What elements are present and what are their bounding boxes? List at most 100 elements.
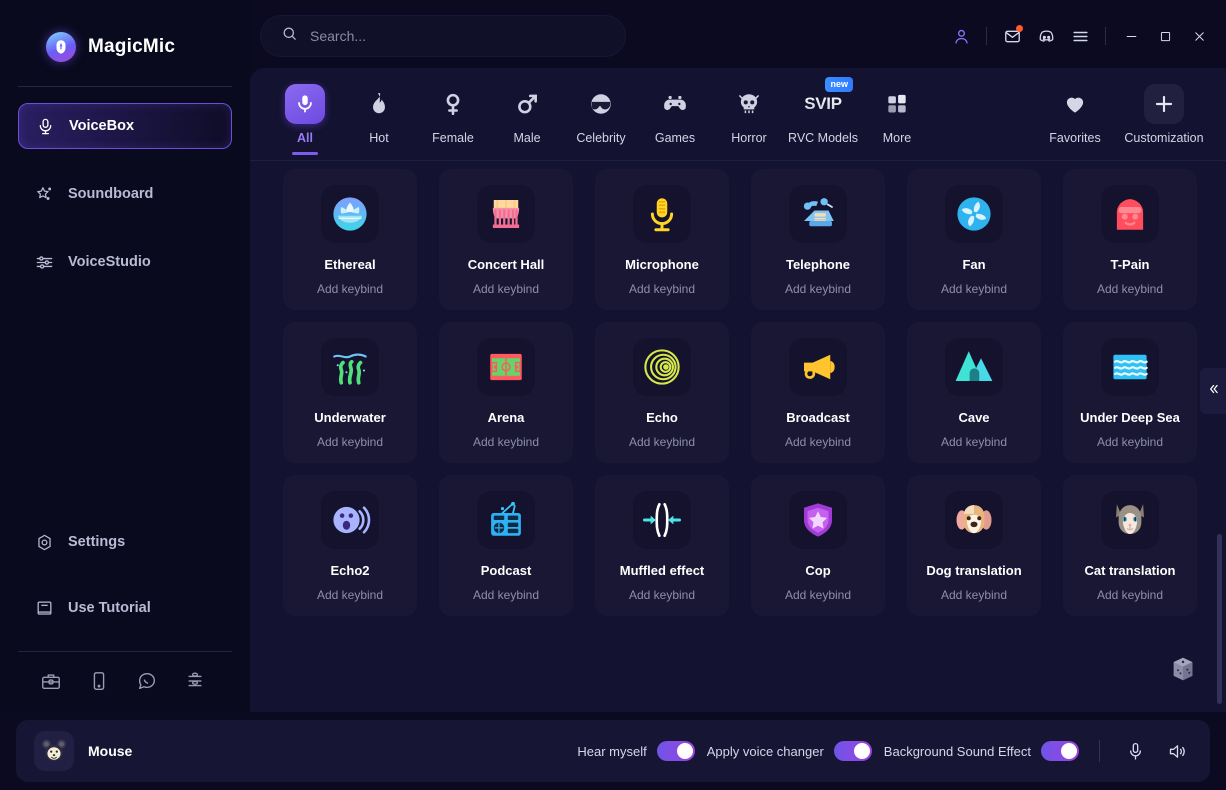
voice-grid-container: Ethereal Add keybind Concert Hall Add ke… bbox=[250, 161, 1226, 712]
voice-keybind[interactable]: Add keybind bbox=[629, 588, 695, 602]
voice-card[interactable]: Echo2 Add keybind bbox=[283, 475, 417, 616]
category-tab-male[interactable]: Male bbox=[490, 78, 564, 145]
voice-card[interactable]: Underwater Add keybind bbox=[283, 322, 417, 463]
mobile-icon[interactable] bbox=[88, 670, 110, 692]
voice-grid-scrollbar[interactable] bbox=[1217, 261, 1222, 704]
voice-keybind[interactable]: Add keybind bbox=[785, 282, 851, 296]
voice-keybind[interactable]: Add keybind bbox=[941, 588, 1007, 602]
category-tab-horror[interactable]: Horror bbox=[712, 78, 786, 145]
sidebar-item-voicestudio[interactable]: VoiceStudio bbox=[18, 239, 232, 285]
voice-title: Underwater bbox=[314, 410, 386, 425]
sidebar-item-label: VoiceStudio bbox=[68, 254, 151, 270]
current-voice[interactable]: Mouse bbox=[34, 731, 132, 771]
voice-card[interactable]: Cave Add keybind bbox=[907, 322, 1041, 463]
voice-keybind[interactable]: Add keybind bbox=[317, 282, 383, 296]
voice-card[interactable]: Muffled effect Add keybind bbox=[595, 475, 729, 616]
voice-keybind[interactable]: Add keybind bbox=[941, 282, 1007, 296]
telephone-icon bbox=[789, 185, 847, 243]
apply-voice-changer-toggle[interactable] bbox=[833, 741, 872, 761]
voice-keybind[interactable]: Add keybind bbox=[317, 435, 383, 449]
category-label: Games bbox=[654, 131, 696, 145]
voice-keybind[interactable]: Add keybind bbox=[785, 435, 851, 449]
voice-card[interactable]: Telephone Add keybind bbox=[751, 169, 885, 310]
sidebar-item-use-tutorial[interactable]: Use Tutorial bbox=[18, 585, 232, 631]
voice-keybind[interactable]: Add keybind bbox=[785, 588, 851, 602]
voice-keybind[interactable]: Add keybind bbox=[473, 588, 539, 602]
voice-title: Concert Hall bbox=[467, 257, 545, 272]
category-tab-rvc-models[interactable]: SVIP new RVC Models bbox=[786, 77, 860, 145]
minimize-button[interactable] bbox=[1114, 19, 1148, 53]
category-tab-more[interactable]: More bbox=[860, 78, 934, 145]
category-label: More bbox=[882, 131, 912, 145]
voice-card[interactable]: Arena Add keybind bbox=[439, 322, 573, 463]
chevron-double-left-icon bbox=[1206, 382, 1220, 401]
search-box[interactable] bbox=[260, 15, 626, 57]
whatsapp-icon[interactable] bbox=[136, 670, 158, 692]
voice-keybind[interactable]: Add keybind bbox=[317, 588, 383, 602]
new-badge: new bbox=[825, 77, 853, 92]
category-tab-celebrity[interactable]: Celebrity bbox=[564, 78, 638, 145]
titlebar-separator-1 bbox=[986, 27, 987, 45]
voice-keybind[interactable]: Add keybind bbox=[629, 282, 695, 296]
category-tab-all[interactable]: All bbox=[268, 78, 342, 155]
sidebar-item-soundboard[interactable]: Soundboard bbox=[18, 171, 232, 217]
voice-card[interactable]: Under Deep Sea Add keybind bbox=[1063, 322, 1197, 463]
fan-icon bbox=[945, 185, 1003, 243]
voice-card[interactable]: Podcast Add keybind bbox=[439, 475, 573, 616]
radio-icon bbox=[477, 491, 535, 549]
voice-keybind[interactable]: Add keybind bbox=[1097, 588, 1163, 602]
mic-badge-icon bbox=[285, 84, 325, 124]
voice-card[interactable]: Broadcast Add keybind bbox=[751, 322, 885, 463]
toolbox-icon[interactable] bbox=[40, 670, 62, 692]
voice-title: Arena bbox=[487, 410, 525, 425]
voice-card[interactable]: Echo Add keybind bbox=[595, 322, 729, 463]
voice-card[interactable]: Concert Hall Add keybind bbox=[439, 169, 573, 310]
background-sound-effect-toggle[interactable] bbox=[1041, 741, 1079, 761]
book-icon bbox=[34, 598, 54, 618]
hear-myself-toggle[interactable] bbox=[656, 741, 695, 761]
category-label: Horror bbox=[731, 131, 767, 145]
app-title: MagicMic bbox=[88, 36, 176, 57]
category-tab-customization[interactable]: Customization bbox=[1118, 78, 1210, 145]
toggle-label: Background Sound Effect bbox=[883, 743, 1031, 759]
sidebar-item-settings[interactable]: Settings bbox=[18, 519, 232, 565]
voice-keybind[interactable]: Add keybind bbox=[941, 435, 1007, 449]
share-icon[interactable] bbox=[184, 670, 206, 692]
category-tab-games[interactable]: Games bbox=[638, 78, 712, 145]
gold-microphone-icon bbox=[633, 185, 691, 243]
voice-card[interactable]: Cop Add keybind bbox=[751, 475, 885, 616]
category-tab-female[interactable]: Female bbox=[416, 78, 490, 145]
menu-icon[interactable] bbox=[1063, 19, 1097, 53]
voice-keybind[interactable]: Add keybind bbox=[473, 282, 539, 296]
speaker-level-icon[interactable] bbox=[1162, 736, 1192, 766]
maximize-button[interactable] bbox=[1148, 19, 1182, 53]
sidebar-item-voicebox[interactable]: VoiceBox bbox=[18, 103, 232, 149]
close-button[interactable] bbox=[1182, 19, 1216, 53]
mail-icon[interactable] bbox=[995, 19, 1029, 53]
voice-keybind[interactable]: Add keybind bbox=[629, 435, 695, 449]
voice-card[interactable]: Ethereal Add keybind bbox=[283, 169, 417, 310]
voice-card[interactable]: Fan Add keybind bbox=[907, 169, 1041, 310]
skull-icon bbox=[729, 84, 769, 124]
category-tab-favorites[interactable]: Favorites bbox=[1038, 78, 1112, 145]
voice-keybind[interactable]: Add keybind bbox=[1097, 435, 1163, 449]
voice-keybind[interactable]: Add keybind bbox=[473, 435, 539, 449]
category-label: RVC Models bbox=[788, 131, 858, 145]
search-input[interactable] bbox=[310, 28, 605, 44]
sidebar-item-label: Settings bbox=[68, 534, 126, 550]
main-panel: All Hot Female Male Celebrity Games Horr… bbox=[250, 68, 1226, 712]
voice-card[interactable]: Microphone Add keybind bbox=[595, 169, 729, 310]
voice-card[interactable]: T-Pain Add keybind bbox=[1063, 169, 1197, 310]
voice-card[interactable]: Cat translation Add keybind bbox=[1063, 475, 1197, 616]
random-voice-button[interactable] bbox=[1166, 654, 1200, 688]
account-icon[interactable] bbox=[944, 19, 978, 53]
discord-icon[interactable] bbox=[1029, 19, 1063, 53]
category-tab-hot[interactable]: Hot bbox=[342, 78, 416, 145]
stadium-icon bbox=[477, 338, 535, 396]
voice-title: Broadcast bbox=[786, 410, 850, 425]
voice-keybind[interactable]: Add keybind bbox=[1097, 282, 1163, 296]
voice-card[interactable]: Dog translation Add keybind bbox=[907, 475, 1041, 616]
scrollbar-thumb[interactable] bbox=[1217, 534, 1222, 704]
microphone-level-icon[interactable] bbox=[1120, 736, 1150, 766]
collapse-panel-button[interactable] bbox=[1200, 368, 1226, 414]
